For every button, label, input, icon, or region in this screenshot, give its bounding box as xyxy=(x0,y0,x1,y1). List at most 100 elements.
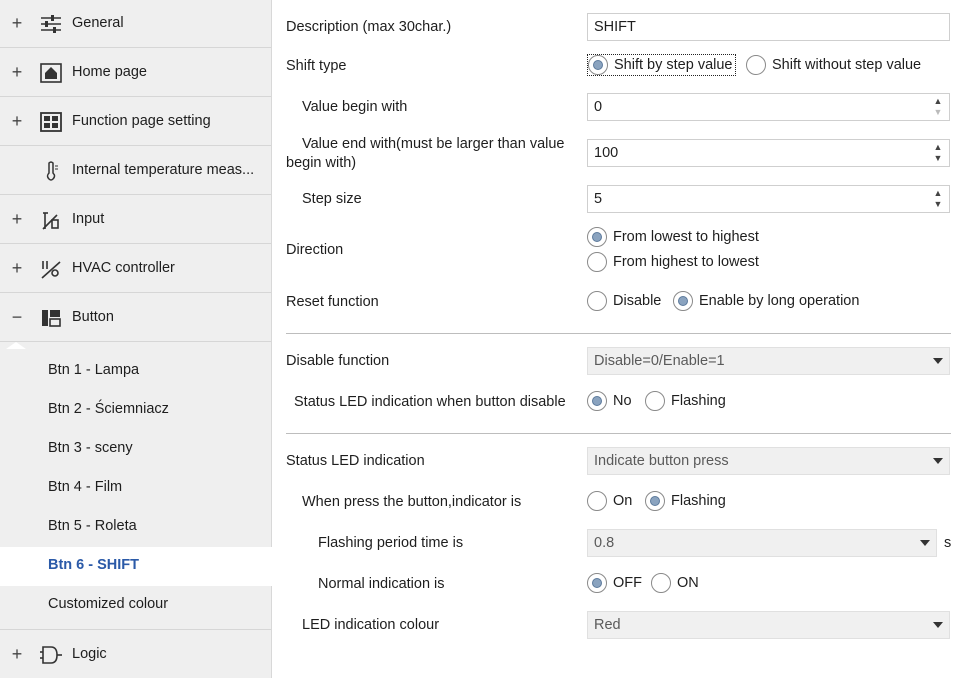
sidebar-subitem-label: Btn 2 - Ściemniacz xyxy=(48,401,169,417)
radio-label: Flashing xyxy=(671,393,726,409)
expand-icon[interactable]: + xyxy=(10,259,24,277)
chevron-down-icon xyxy=(933,358,943,364)
sidebar-item-home-page[interactable]: + Home page xyxy=(0,49,271,97)
button-layout-icon xyxy=(40,308,62,328)
sidebar-item-internal-temperature[interactable]: Internal temperature meas... xyxy=(0,147,271,195)
normal-indication-off-radio[interactable]: OFF xyxy=(587,573,642,593)
radio-dot xyxy=(746,55,766,75)
sidebar-item-label: Logic xyxy=(72,646,107,662)
sidebar-subitem-btn2[interactable]: Btn 2 - Ściemniacz xyxy=(0,391,271,430)
reset-disable-radio[interactable]: Disable xyxy=(587,291,661,311)
sidebar-subitem-label: Customized colour xyxy=(48,596,169,612)
status-led-disable-label: Status LED indication when button disabl… xyxy=(294,394,566,410)
sidebar-item-logic[interactable]: + Logic xyxy=(0,631,271,678)
sidebar-subitem-btn5[interactable]: Btn 5 - Roleta xyxy=(0,508,271,547)
expand-icon[interactable]: + xyxy=(10,112,24,130)
section-divider xyxy=(286,333,951,334)
step-size-label: Step size xyxy=(302,191,362,207)
radio-label: Shift by step value xyxy=(614,57,733,73)
radio-label: On xyxy=(613,493,633,509)
sidebar-item-function-page-setting[interactable]: + Function page setting xyxy=(0,98,271,146)
sidebar-item-label: HVAC controller xyxy=(72,260,175,276)
sidebar-item-input[interactable]: + Input xyxy=(0,196,271,244)
step-size-input[interactable]: 5 ▲ ▼ xyxy=(587,185,950,213)
sidebar-item-label: Home page xyxy=(72,64,147,80)
description-input[interactable]: SHIFT xyxy=(587,13,950,41)
flashing-period-select[interactable]: 0.8 xyxy=(587,529,937,557)
sidebar-subitem-btn3[interactable]: Btn 3 - sceny xyxy=(0,430,271,469)
sidebar-subitem-label: Btn 6 - SHIFT xyxy=(48,557,140,573)
radio-dot xyxy=(587,252,607,272)
radio-dot xyxy=(587,291,607,311)
radio-label: Shift without step value xyxy=(772,57,922,73)
spin-up-icon[interactable]: ▲ xyxy=(931,142,945,153)
led-colour-select[interactable]: Red xyxy=(587,611,950,639)
shift-by-step-radio[interactable]: Shift by step value xyxy=(587,54,736,76)
radio-label: From highest to lowest xyxy=(613,254,759,270)
home-icon xyxy=(40,63,62,83)
expand-icon[interactable]: + xyxy=(10,645,24,663)
sidebar-subitem-btn6[interactable]: Btn 6 - SHIFT xyxy=(0,547,273,586)
value-begin-value: 0 xyxy=(594,99,603,115)
led-colour-value: Red xyxy=(594,617,621,633)
reset-enable-long-radio[interactable]: Enable by long operation xyxy=(673,291,859,311)
when-press-label: When press the button,indicator is xyxy=(302,494,522,510)
spinner[interactable]: ▲ ▼ xyxy=(931,142,945,164)
sidebar-item-label: General xyxy=(72,15,124,31)
flashing-period-unit: s xyxy=(944,535,952,551)
spin-up-icon[interactable]: ▲ xyxy=(931,96,945,107)
disable-function-select[interactable]: Disable=0/Enable=1 xyxy=(587,347,950,375)
selection-caret xyxy=(6,342,26,349)
sidebar-subitem-btn1[interactable]: Btn 1 - Lampa xyxy=(0,352,271,391)
direction-highest-to-lowest-radio[interactable]: From highest to lowest xyxy=(587,252,759,272)
when-press-on-radio[interactable]: On xyxy=(587,491,632,511)
radio-label: OFF xyxy=(613,575,642,591)
direction-lowest-to-highest-radio[interactable]: From lowest to highest xyxy=(587,227,759,247)
spin-down-icon[interactable]: ▼ xyxy=(931,107,945,118)
sidebar-item-hvac-controller[interactable]: + HVAC controller xyxy=(0,245,271,293)
collapse-icon[interactable]: − xyxy=(10,308,24,326)
sidebar-subitem-label: Btn 3 - sceny xyxy=(48,440,133,456)
status-led-disable-flashing-radio[interactable]: Flashing xyxy=(645,391,726,411)
led-colour-label: LED indication colour xyxy=(302,617,440,633)
description-value: SHIFT xyxy=(594,19,636,35)
direction-label: Direction xyxy=(286,242,344,258)
value-begin-label: Value begin with xyxy=(302,99,408,115)
status-led-select[interactable]: Indicate button press xyxy=(587,447,950,475)
expand-icon[interactable]: + xyxy=(10,210,24,228)
disable-function-value: Disable=0/Enable=1 xyxy=(594,353,725,369)
disable-function-label: Disable function xyxy=(286,353,390,369)
spinner[interactable]: ▲ ▼ xyxy=(931,96,945,118)
expand-icon[interactable]: + xyxy=(10,63,24,81)
sidebar-subitem-label: Btn 1 - Lampa xyxy=(48,362,140,378)
shift-type-label: Shift type xyxy=(286,58,347,74)
radio-label: Disable xyxy=(613,293,662,309)
spinner[interactable]: ▲ ▼ xyxy=(931,188,945,210)
shift-without-step-radio[interactable]: Shift without step value xyxy=(746,55,921,75)
when-press-flashing-radio[interactable]: Flashing xyxy=(645,491,726,511)
sidebar-item-button[interactable]: − Button xyxy=(0,294,271,342)
sidebar-item-general[interactable]: + General xyxy=(0,0,271,48)
radio-dot xyxy=(651,573,671,593)
normal-indication-on-radio[interactable]: ON xyxy=(651,573,699,593)
radio-dot xyxy=(587,227,607,247)
spin-up-icon[interactable]: ▲ xyxy=(931,188,945,199)
chevron-down-icon xyxy=(920,540,930,546)
sidebar-subitem-customized-colour[interactable]: Customized colour xyxy=(0,586,271,630)
radio-dot xyxy=(587,391,607,411)
sidebar-subitem-btn4[interactable]: Btn 4 - Film xyxy=(0,469,271,508)
thermometer-icon xyxy=(40,161,62,181)
normal-indication-label: Normal indication is xyxy=(318,576,445,592)
radio-dot xyxy=(645,391,665,411)
radio-label: Enable by long operation xyxy=(699,293,860,309)
value-end-input[interactable]: 100 ▲ ▼ xyxy=(587,139,950,167)
value-end-value: 100 xyxy=(594,145,619,161)
spin-down-icon[interactable]: ▼ xyxy=(931,153,945,164)
status-led-disable-no-radio[interactable]: No xyxy=(587,391,632,411)
expand-icon[interactable]: + xyxy=(10,14,24,32)
sliders-icon xyxy=(40,14,62,34)
spin-down-icon[interactable]: ▼ xyxy=(931,199,945,210)
flashing-period-label: Flashing period time is xyxy=(318,535,464,551)
value-begin-input[interactable]: 0 ▲ ▼ xyxy=(587,93,950,121)
sidebar-item-label: Input xyxy=(72,211,105,227)
